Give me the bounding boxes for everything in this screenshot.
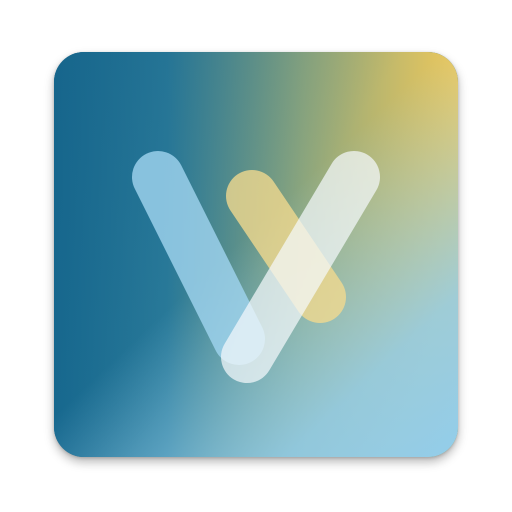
app-icon[interactable] — [54, 52, 458, 457]
canvas — [0, 0, 512, 512]
v-logo-icon — [54, 52, 458, 457]
background-dark-overlay — [54, 52, 458, 457]
